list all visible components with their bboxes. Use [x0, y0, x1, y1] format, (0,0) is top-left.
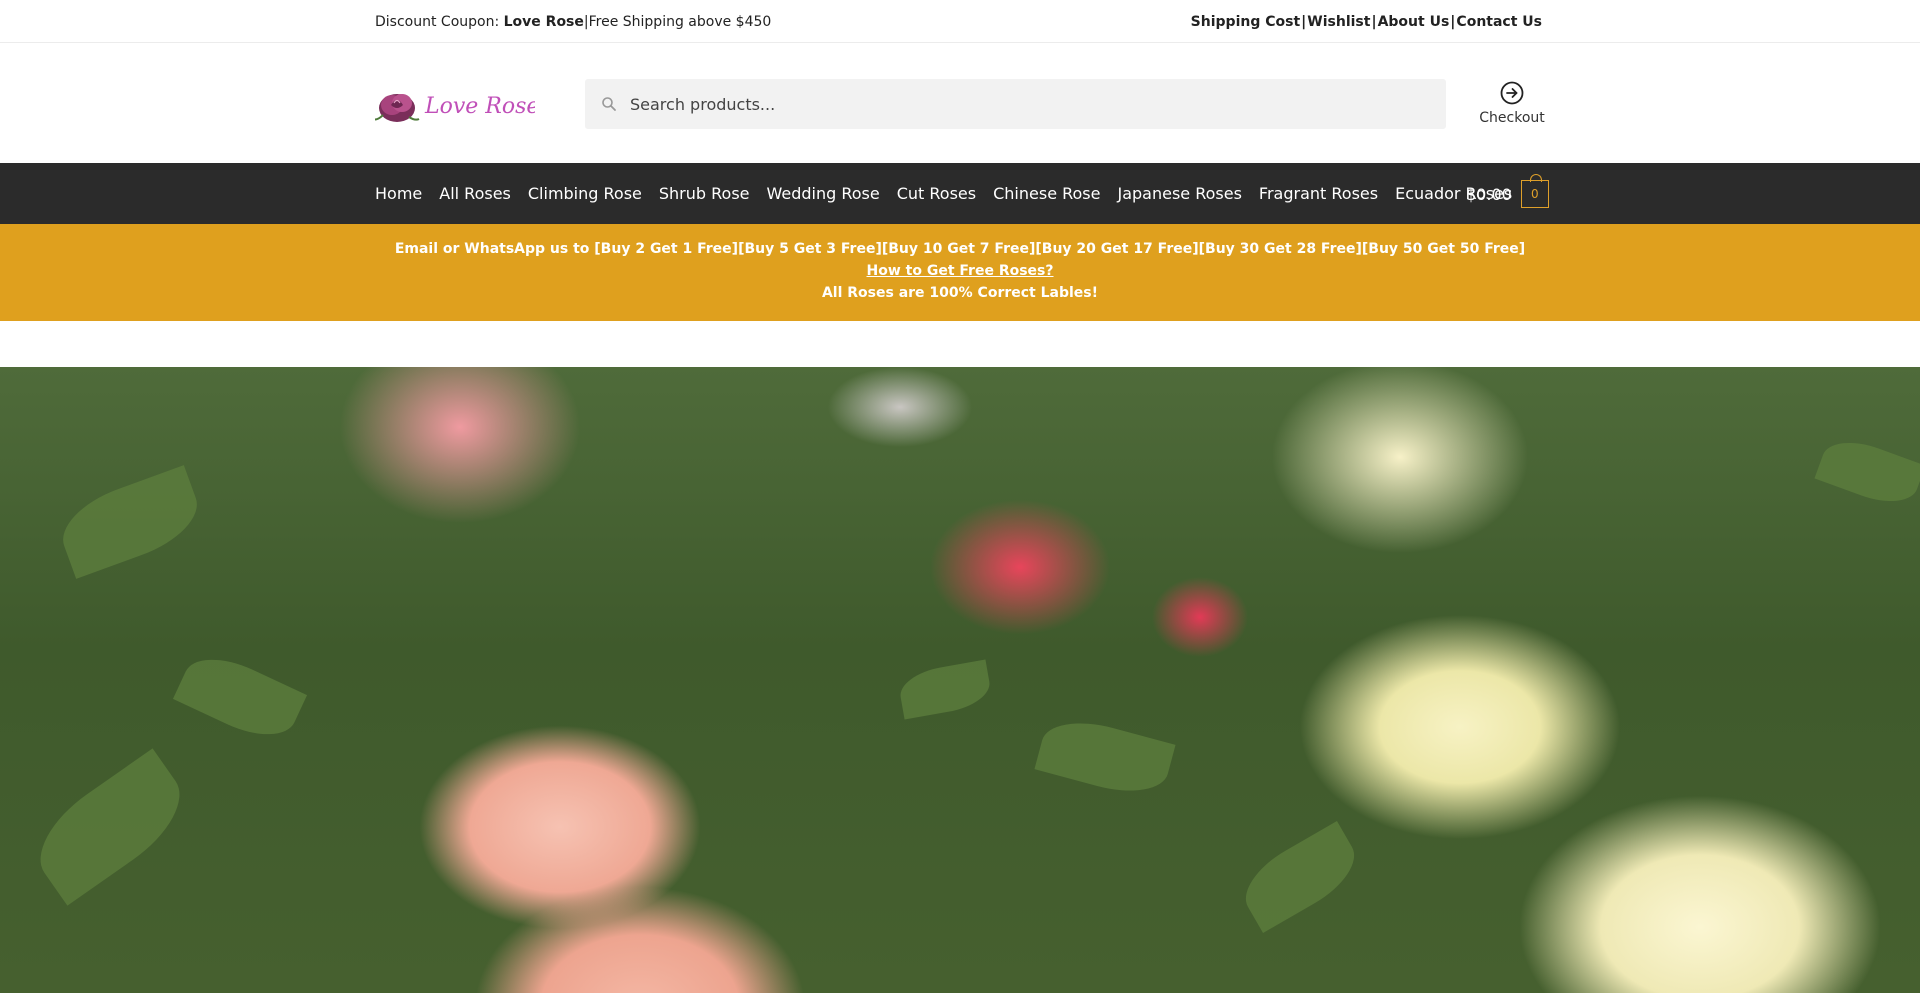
checkout-button[interactable]: Checkout: [1470, 80, 1554, 126]
coupon-code: Love Rose: [503, 13, 584, 30]
nav-item-all-roses[interactable]: All Roses: [439, 184, 511, 203]
hero-rose-garden-image: [0, 367, 1920, 993]
cart-button[interactable]: $0.00 0: [1466, 174, 1549, 208]
promo-offers: Email or WhatsApp us to [Buy 2 Get 1 Fre…: [394, 241, 1526, 257]
nav-item-climbing-rose[interactable]: Climbing Rose: [528, 184, 642, 203]
shipping-note: Free Shipping above $450: [588, 13, 772, 30]
cart-count: 0: [1530, 187, 1539, 201]
search-icon: [602, 97, 616, 111]
cart-total: $0.00: [1466, 184, 1512, 204]
logo-text: Love Rose: [424, 94, 535, 119]
rose-logo-icon: Love Rose: [372, 94, 539, 122]
free-roses-link[interactable]: How to Get Free Roses?: [867, 263, 1054, 279]
contact-us-link[interactable]: Contact Us: [1456, 14, 1542, 30]
about-us-link[interactable]: About Us: [1378, 14, 1450, 30]
coupon-prefix: Discount Coupon:: [375, 13, 504, 30]
nav-item-japanese-roses[interactable]: Japanese Roses: [1117, 184, 1241, 203]
nav-item-home[interactable]: Home: [375, 184, 422, 203]
search-bar: [585, 79, 1446, 129]
shipping-cost-link[interactable]: Shipping Cost: [1191, 14, 1300, 30]
separator: |: [1301, 13, 1307, 30]
coupon-notice: Discount Coupon: Love Rose|Free Shipping…: [375, 14, 771, 30]
top-bar: Discount Coupon: Love Rose | Free Shipping…: [0, 0, 1920, 43]
nav-item-shrub-rose[interactable]: Shrub Rose: [659, 184, 750, 203]
site-logo[interactable]: Love Rose: [372, 82, 539, 128]
nav-item-fragrant-roses[interactable]: Fragrant Roses: [1259, 184, 1378, 203]
arrow-circle-right-icon: [1500, 81, 1524, 105]
primary-nav: Home All Roses Climbing Rose Shrub Rose …: [0, 163, 1920, 224]
search-input[interactable]: [630, 94, 1410, 114]
wishlist-link[interactable]: Wishlist: [1307, 14, 1370, 30]
promo-banner: Email or WhatsApp us to [Buy 2 Get 1 Fre…: [0, 224, 1920, 321]
separator: |: [1371, 13, 1377, 30]
promo-guarantee: All Roses are 100% Correct Lables!: [821, 285, 1099, 301]
top-links: Shipping Cost|Wishlist|About Us|Contact …: [1191, 14, 1542, 30]
nav-item-cut-roses[interactable]: Cut Roses: [897, 184, 976, 203]
nav-item-chinese-rose[interactable]: Chinese Rose: [993, 184, 1100, 203]
separator: |: [1450, 13, 1456, 30]
nav-item-wedding-rose[interactable]: Wedding Rose: [767, 184, 880, 203]
checkout-label: Checkout: [1479, 110, 1545, 126]
site-header: Love Rose Checkout: [0, 44, 1920, 163]
shopping-bag-icon: 0: [1520, 174, 1549, 208]
